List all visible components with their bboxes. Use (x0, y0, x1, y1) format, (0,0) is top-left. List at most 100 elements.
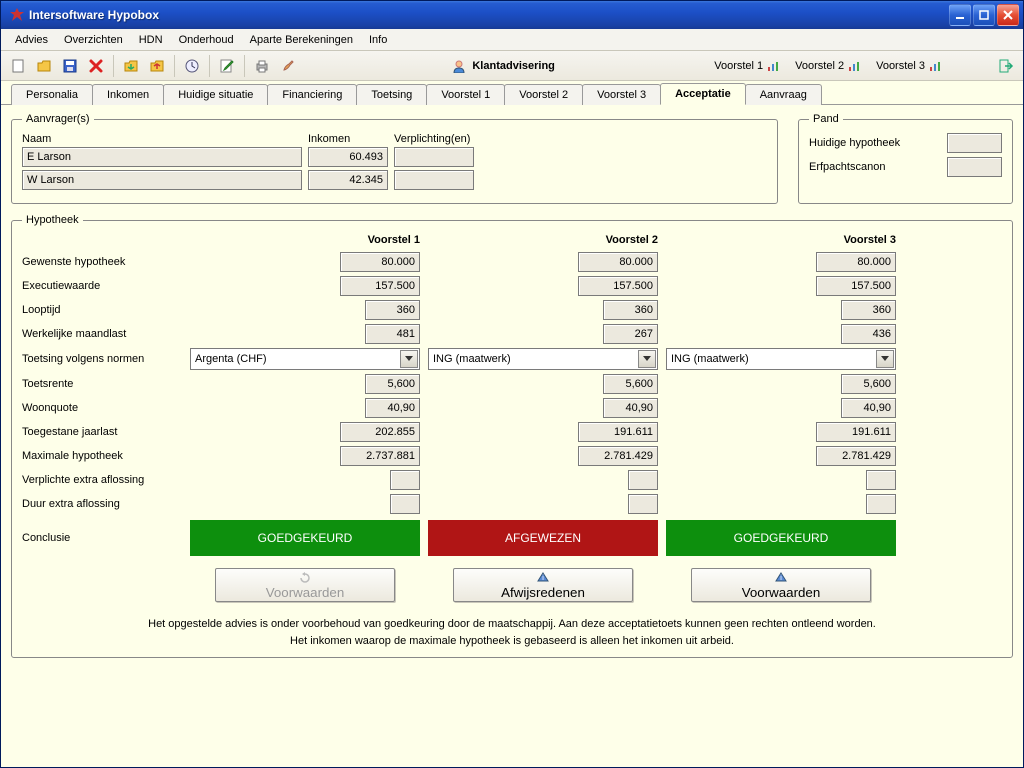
open-icon[interactable] (33, 55, 55, 77)
verplichte-v2[interactable] (628, 470, 658, 490)
maandlast-v1[interactable]: 481 (365, 324, 420, 344)
dropdown-normen-1[interactable]: Argenta (CHF) (190, 348, 420, 370)
aanvrager-verpl-1[interactable] (394, 147, 474, 167)
exit-icon[interactable] (995, 55, 1017, 77)
label-maximale: Maximale hypotheek (22, 450, 182, 462)
delete-icon[interactable] (85, 55, 107, 77)
verplichte-v1[interactable] (390, 470, 420, 490)
looptijd-v1[interactable]: 360 (365, 300, 420, 320)
label-conclusie: Conclusie (22, 532, 182, 544)
button-afwijsredenen[interactable]: iAfwijsredenen (453, 568, 633, 602)
toegestane-v3[interactable]: 191.611 (816, 422, 896, 442)
gewenste-v2[interactable]: 80.000 (578, 252, 658, 272)
minimize-button[interactable] (949, 4, 971, 26)
maximale-v3[interactable]: 2.781.429 (816, 446, 896, 466)
huidige-hypotheek-value[interactable] (947, 133, 1002, 153)
hypotheek-group: Hypotheek Voorstel 1 Voorstel 2 Voorstel… (11, 214, 1013, 658)
looptijd-v3[interactable]: 360 (841, 300, 896, 320)
aanvrager-inkomen-2[interactable]: 42.345 (308, 170, 388, 190)
gewenste-v3[interactable]: 80.000 (816, 252, 896, 272)
aanvrager-naam-1[interactable]: E Larson (22, 147, 302, 167)
verplichte-v3[interactable] (866, 470, 896, 490)
gewenste-v1[interactable]: 80.000 (340, 252, 420, 272)
menu-hdn[interactable]: HDN (131, 31, 171, 49)
button-voorwaarden-1[interactable]: Voorwaarden (215, 568, 395, 602)
brush-icon[interactable] (277, 55, 299, 77)
aanvrager-naam-2[interactable]: W Larson (22, 170, 302, 190)
tab-aanvraag[interactable]: Aanvraag (745, 84, 822, 105)
woonquote-v2[interactable]: 40,90 (603, 398, 658, 418)
label-looptijd: Looptijd (22, 304, 182, 316)
menu-overzichten[interactable]: Overzichten (56, 31, 131, 49)
tab-acceptatie[interactable]: Acceptatie (660, 83, 746, 105)
woonquote-v1[interactable]: 40,90 (365, 398, 420, 418)
user-icon (452, 59, 466, 73)
conclusie-v2: AFGEWEZEN (428, 520, 658, 556)
col-naam: Naam (22, 133, 302, 145)
menu-aparte[interactable]: Aparte Berekeningen (242, 31, 361, 49)
maximize-button[interactable] (973, 4, 995, 26)
label-duur: Duur extra aflossing (22, 498, 182, 510)
dropdown-normen-3[interactable]: ING (maatwerk) (666, 348, 896, 370)
menu-advies[interactable]: Advies (7, 31, 56, 49)
maximale-v1[interactable]: 2.737.881 (340, 446, 420, 466)
toetsrente-v1[interactable]: 5,600 (365, 374, 420, 394)
duur-v2[interactable] (628, 494, 658, 514)
menu-info[interactable]: Info (361, 31, 395, 49)
info-icon: i (537, 571, 549, 585)
woonquote-v3[interactable]: 40,90 (841, 398, 896, 418)
maandlast-v3[interactable]: 436 (841, 324, 896, 344)
toetsrente-v3[interactable]: 5,600 (841, 374, 896, 394)
erfpachtscanon-value[interactable] (947, 157, 1002, 177)
col-verplichting: Verplichting(en) (394, 133, 474, 145)
maximale-v2[interactable]: 2.781.429 (578, 446, 658, 466)
menu-onderhoud[interactable]: Onderhoud (171, 31, 242, 49)
tab-voorstel-2[interactable]: Voorstel 2 (504, 84, 583, 105)
button-voorwaarden-3[interactable]: iVoorwaarden (691, 568, 871, 602)
toetsrente-v2[interactable]: 5,600 (603, 374, 658, 394)
duur-v1[interactable] (390, 494, 420, 514)
save-icon[interactable] (59, 55, 81, 77)
link-voorstel-1[interactable]: Voorstel 1 (708, 60, 785, 72)
maandlast-v2[interactable]: 267 (603, 324, 658, 344)
toegestane-v2[interactable]: 191.611 (578, 422, 658, 442)
tab-voorstel-1[interactable]: Voorstel 1 (426, 84, 505, 105)
toolbar-title-text: Klantadvisering (472, 60, 555, 72)
aanvrager-inkomen-1[interactable]: 60.493 (308, 147, 388, 167)
chevron-down-icon[interactable] (876, 350, 894, 368)
tab-inkomen[interactable]: Inkomen (92, 84, 164, 105)
pand-group: Pand Huidige hypotheek Erfpachtscanon (798, 113, 1013, 204)
label-executie: Executiewaarde (22, 280, 182, 292)
toegestane-v1[interactable]: 202.855 (340, 422, 420, 442)
clock-icon[interactable] (181, 55, 203, 77)
print-icon[interactable] (251, 55, 273, 77)
pand-legend: Pand (809, 113, 843, 125)
executie-v2[interactable]: 157.500 (578, 276, 658, 296)
col-voorstel-1: Voorstel 1 (190, 234, 420, 246)
app-window: Intersoftware Hypobox Advies Overzichten… (0, 0, 1024, 768)
new-icon[interactable] (7, 55, 29, 77)
edit-icon[interactable] (216, 55, 238, 77)
folder-out-icon[interactable] (146, 55, 168, 77)
chevron-down-icon[interactable] (400, 350, 418, 368)
tab-financiering[interactable]: Financiering (267, 84, 357, 105)
executie-v3[interactable]: 157.500 (816, 276, 896, 296)
link-voorstel-3[interactable]: Voorstel 3 (870, 60, 947, 72)
aanvrager-verpl-2[interactable] (394, 170, 474, 190)
tab-toetsing[interactable]: Toetsing (356, 84, 427, 105)
dropdown-normen-2[interactable]: ING (maatwerk) (428, 348, 658, 370)
close-button[interactable] (997, 4, 1019, 26)
tab-personalia[interactable]: Personalia (11, 84, 93, 105)
folder-in-icon[interactable] (120, 55, 142, 77)
duur-v3[interactable] (866, 494, 896, 514)
window-title: Intersoftware Hypobox (29, 8, 949, 22)
chevron-down-icon[interactable] (638, 350, 656, 368)
looptijd-v2[interactable]: 360 (603, 300, 658, 320)
link-voorstel-2[interactable]: Voorstel 2 (789, 60, 866, 72)
footnote: Het opgestelde advies is onder voorbehou… (22, 616, 1002, 649)
info-icon: i (775, 571, 787, 585)
tab-huidige-situatie[interactable]: Huidige situatie (163, 84, 268, 105)
executie-v1[interactable]: 157.500 (340, 276, 420, 296)
tab-voorstel-3[interactable]: Voorstel 3 (582, 84, 661, 105)
label-toetsing-normen: Toetsing volgens normen (22, 353, 182, 365)
